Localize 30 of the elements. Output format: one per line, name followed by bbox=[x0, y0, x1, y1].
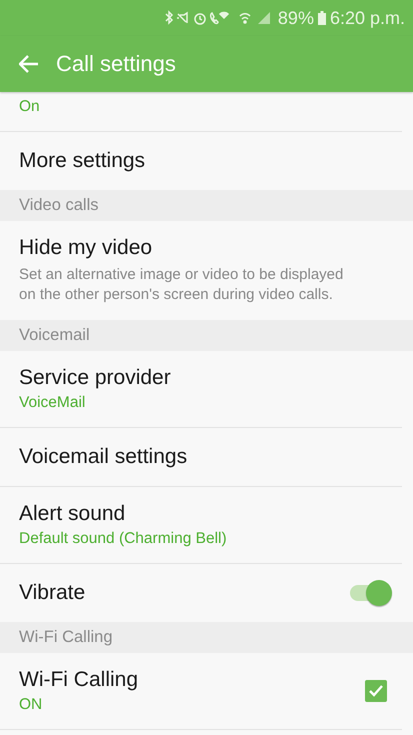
battery-icon bbox=[318, 11, 326, 25]
screen-title: Call settings bbox=[56, 51, 176, 77]
section-header: Video calls bbox=[0, 190, 413, 221]
clock-time: 6:20 p.m. bbox=[330, 8, 405, 28]
item-title: Voicemail settings bbox=[19, 445, 188, 469]
list-item[interactable]: Alert sound Default sound (Charming Bell) bbox=[0, 487, 402, 564]
battery-percentage: 89% bbox=[278, 8, 314, 28]
list-item[interactable]: Voicemail settings bbox=[0, 428, 402, 487]
back-arrow-icon[interactable] bbox=[19, 55, 39, 73]
item-title: Vibrate bbox=[19, 581, 86, 605]
section-header: Wi-Fi Calling bbox=[0, 622, 413, 653]
list-item[interactable]: Service provider VoiceMail bbox=[0, 351, 402, 428]
section-header: Voicemail bbox=[0, 320, 413, 351]
list-item[interactable]: Wi-Fi Calling ON bbox=[0, 653, 402, 730]
checkbox[interactable] bbox=[365, 680, 387, 702]
toggle-switch[interactable] bbox=[348, 578, 394, 608]
list-item[interactable]: Hide my video Set an alternative image or video to be displayed on the other person's screen during video calls. bbox=[0, 221, 402, 320]
list-item[interactable]: Vibrate bbox=[0, 564, 402, 622]
item-title: Wi-Fi Calling bbox=[19, 668, 140, 692]
item-title: More settings bbox=[19, 149, 146, 173]
item-title: Service provider bbox=[19, 366, 172, 390]
list-item[interactable]: More settings bbox=[0, 132, 402, 190]
checkmark-icon bbox=[368, 684, 384, 698]
item-title: Alert sound bbox=[19, 502, 126, 526]
item-description: Set an alternative image or video to be displayed on the other person's screen during video calls. bbox=[19, 265, 344, 305]
item-summary: On bbox=[19, 98, 40, 116]
item-title: Hide my video bbox=[19, 236, 154, 260]
item-summary: VoiceMail bbox=[19, 394, 86, 412]
item-summary: Default sound (Charming Bell) bbox=[19, 530, 228, 548]
item-summary: ON bbox=[19, 696, 44, 714]
